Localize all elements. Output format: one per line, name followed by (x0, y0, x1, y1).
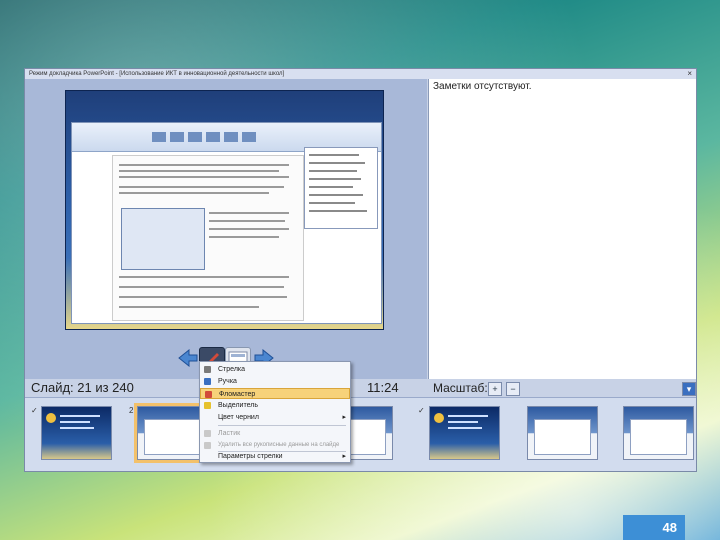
highlighter-icon (204, 402, 211, 409)
zoom-in-button[interactable]: + (488, 382, 502, 396)
menu-item-pen[interactable]: Ручка (200, 376, 350, 387)
menu-item-ink-color[interactable]: Цвет чернил ▸ (200, 412, 350, 423)
zoom-out-button[interactable]: − (506, 382, 520, 396)
menu-item-eraser: Ластик (200, 428, 350, 439)
notes-text: Заметки отсутствуют. (433, 81, 532, 92)
collapse-strip-button[interactable]: ▾ (682, 382, 696, 396)
eraser-icon (204, 430, 211, 437)
thumbnail-mark: ✓ (31, 406, 38, 415)
slide-thumbnail[interactable] (429, 406, 500, 460)
window-title: Режим докладчика PowerPoint - [Использов… (29, 71, 285, 77)
menu-separator (218, 425, 346, 426)
slide-thumbnail[interactable] (527, 406, 598, 460)
pen-icon (204, 378, 211, 385)
menu-item-arrow[interactable]: Стрелка (200, 364, 350, 375)
slide-screenshot (71, 122, 382, 324)
zoom-status-bar: Масштаб: + − ▾ (428, 379, 696, 397)
slide-thumbnail[interactable] (41, 406, 112, 460)
submenu-arrow-icon: ▸ (342, 453, 346, 460)
menu-image (304, 147, 378, 229)
submenu-arrow-icon: ▸ (342, 414, 346, 421)
current-slide (65, 90, 384, 330)
elapsed-clock: 11:24 (367, 380, 399, 395)
pointer-options-menu: Стрелка Ручка Фломастер Выделитель Цвет … (199, 361, 351, 463)
page-number-badge: 48 (623, 515, 685, 540)
slide-thumbnail-selected[interactable] (134, 403, 211, 463)
slide-counter: Слайд: 21 из 240 (31, 380, 134, 395)
menu-item-arrow-options[interactable]: Параметры стрелки ▸ (200, 451, 350, 462)
felt-pen-icon (205, 391, 212, 398)
document-image (112, 155, 304, 321)
speaker-notes-pane[interactable]: Заметки отсутствуют. (428, 79, 696, 379)
presenter-view-window: Режим докладчика PowerPoint - [Использов… (24, 68, 697, 472)
previous-slide-button[interactable] (177, 349, 199, 367)
clear-ink-icon (204, 442, 211, 449)
menu-item-felt-pen[interactable]: Фломастер (200, 388, 350, 399)
menu-item-clear-ink: Удалить все рукописные данные на слайде (200, 440, 350, 451)
thumbnail-strip: ✓ 21 ✓ (25, 397, 696, 471)
slide-preview-pane (25, 79, 427, 379)
thumbnail-mark: ✓ (418, 406, 425, 415)
menu-item-highlighter[interactable]: Выделитель (200, 400, 350, 411)
title-bar: Режим докладчика PowerPoint - [Использов… (25, 69, 696, 79)
close-icon[interactable]: × (687, 69, 692, 79)
slide-thumbnail[interactable] (623, 406, 694, 460)
arrow-icon (204, 366, 211, 373)
zoom-label: Масштаб: (433, 381, 488, 395)
